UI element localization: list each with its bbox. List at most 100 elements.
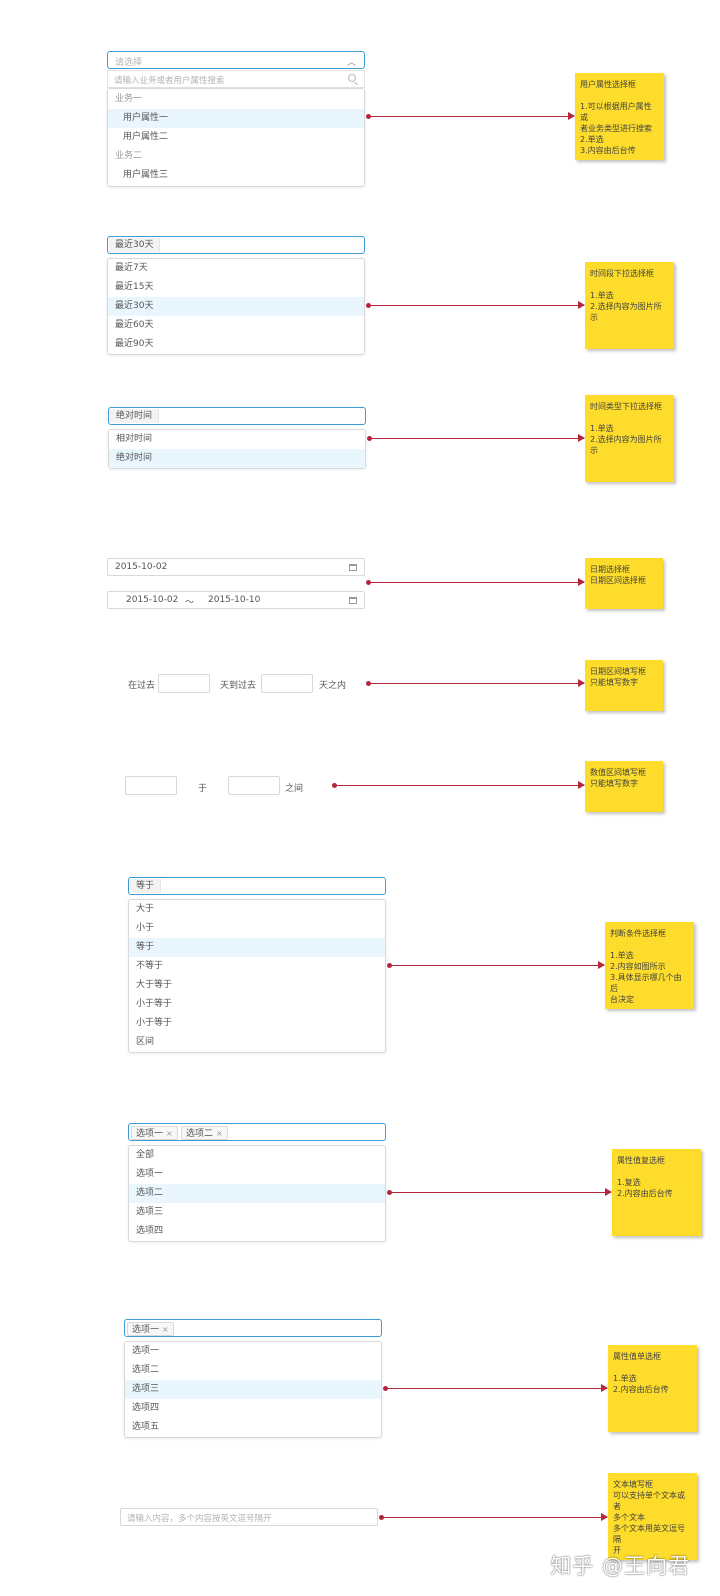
note-title: 文本填写框 <box>613 1480 653 1489</box>
selected-tag: 选项一 × <box>131 1126 178 1140</box>
dropdown-option[interactable]: 小于等于 <box>129 995 385 1014</box>
time-type-select[interactable]: 绝对时间 <box>108 407 366 425</box>
attribute-search-input[interactable]: 请输入业务或者用户属性搜索 <box>107 70 365 88</box>
arrow-connector <box>383 1384 608 1392</box>
dropdown-option[interactable]: 相对时间 <box>109 430 365 449</box>
arrow-connector <box>367 434 585 442</box>
dropdown-option[interactable]: 选项三 <box>129 1203 385 1222</box>
note-line: 只能填写数字 <box>590 779 638 788</box>
dropdown-option[interactable]: 最近90天 <box>108 335 364 354</box>
note-title: 时间类型下拉选择框 <box>590 402 662 411</box>
note-line: 2.内容由后台传 <box>617 1189 673 1198</box>
dropdown-option[interactable]: 选项五 <box>125 1418 381 1437</box>
selected-tag: 选项二 × <box>181 1126 228 1140</box>
date-value: 2015-10-02 <box>115 562 168 572</box>
dropdown-option[interactable]: 小于 <box>129 919 385 938</box>
number-to-input[interactable] <box>228 776 280 795</box>
range-start: 2015-10-02 <box>126 595 179 605</box>
dropdown-option[interactable]: 选项二 <box>125 1361 381 1380</box>
note-line: 2.内容由后台传 <box>613 1385 669 1394</box>
note-line: 2.单选 <box>580 135 604 144</box>
number-from-input[interactable] <box>125 776 177 795</box>
text-input[interactable]: 请输入内容，多个内容按英文逗号隔开 <box>120 1508 378 1526</box>
dropdown-option[interactable]: 最近30天 <box>108 297 364 316</box>
attribute-multi-select[interactable]: 选项一 × 选项二 × <box>128 1123 386 1141</box>
dropdown-option[interactable]: 大于等于 <box>129 976 385 995</box>
dropdown-option[interactable]: 最近60天 <box>108 316 364 335</box>
dropdown-option[interactable]: 等于 <box>129 938 385 957</box>
selected-value: 等于 <box>130 879 162 893</box>
selected-value: 绝对时间 <box>110 409 160 423</box>
note-title: 判断条件选择框 <box>610 929 666 938</box>
dropdown-option[interactable]: 全部 <box>129 1146 385 1165</box>
dropdown-option[interactable]: 绝对时间 <box>109 449 365 468</box>
select-placeholder: 请选择 <box>115 58 143 68</box>
date-picker[interactable]: 2015-10-02 <box>107 558 365 576</box>
sticky-note: 用户属性选择框 1.可以根据用户属性或 者业务类型进行搜索 2.单选 3.内容由后台传 <box>575 73 664 160</box>
time-type-dropdown: 相对时间 绝对时间 <box>108 429 366 469</box>
dropdown-option[interactable]: 选项二 <box>129 1184 385 1203</box>
option-group-label: 业务二 <box>115 151 143 161</box>
note-line: 只能填写数字 <box>590 678 638 687</box>
interval-middle-label: 天到过去 <box>220 681 257 691</box>
arrow-connector <box>379 1513 608 1521</box>
note-line: 1.可以根据用户属性或 <box>580 102 652 122</box>
days-to-input[interactable] <box>261 674 313 693</box>
sticky-note: 日期区间填写框 只能填写数字 <box>585 660 663 711</box>
note-title: 日期区间填写框 <box>590 667 646 676</box>
arrow-connector <box>387 1188 612 1196</box>
interval-prefix-label: 在过去 <box>128 681 156 691</box>
tag-label: 选项一 <box>136 1129 164 1139</box>
note-line: 3.具体显示哪几个由后 <box>610 973 682 993</box>
dropdown-option[interactable]: 用户属性二 <box>108 128 364 147</box>
dropdown-option[interactable]: 大于 <box>129 900 385 919</box>
user-attribute-select[interactable]: 请选择 ︿ <box>107 51 365 69</box>
arrow-connector <box>366 578 585 586</box>
sticky-note: 数值区间填写框 只能填写数字 <box>585 761 663 812</box>
number-middle-label: 于 <box>198 784 208 794</box>
note-title: 日期选择框 <box>590 565 630 574</box>
date-range-picker[interactable]: 2015-10-02 ～ 2015-10-10 <box>107 591 365 609</box>
arrow-connector <box>366 112 575 120</box>
close-icon[interactable]: × <box>162 1325 169 1334</box>
time-period-select[interactable]: 最近30天 <box>107 236 365 254</box>
dropdown-option[interactable]: 选项一 <box>125 1342 381 1361</box>
calendar-icon[interactable] <box>349 597 357 604</box>
days-from-input[interactable] <box>158 674 210 693</box>
text-input-placeholder: 请输入内容，多个内容按英文逗号隔开 <box>127 1514 272 1524</box>
note-line: 多个文本 <box>613 1513 645 1522</box>
sticky-note: 时间段下拉选择框 1.单选 2.选择内容为图片所示 <box>585 262 674 349</box>
dropdown-option[interactable]: 不等于 <box>129 957 385 976</box>
watermark: 知乎 @王向君 <box>550 1554 690 1578</box>
note-title: 时间段下拉选择框 <box>590 269 654 278</box>
search-icon[interactable] <box>348 74 356 82</box>
close-icon[interactable]: × <box>216 1129 223 1138</box>
dropdown-option[interactable]: 区间 <box>129 1033 385 1052</box>
chevron-up-icon[interactable]: ︿ <box>347 55 356 68</box>
condition-select[interactable]: 等于 <box>128 877 386 895</box>
attribute-single-select[interactable]: 选项一 × <box>124 1319 382 1337</box>
arrow-connector <box>332 781 585 789</box>
dropdown-option[interactable]: 选项三 <box>125 1380 381 1399</box>
dropdown-option[interactable]: 最近7天 <box>108 259 364 278</box>
note-line: 者业务类型进行搜索 <box>580 124 652 133</box>
note-line: 1.单选 <box>610 951 634 960</box>
note-line: 可以支持单个文本或者 <box>613 1491 685 1511</box>
close-icon[interactable]: × <box>166 1129 173 1138</box>
selected-tag: 选项一 × <box>127 1322 174 1336</box>
note-line: 2.选择内容为图片所示 <box>590 302 662 322</box>
range-separator: ～ <box>185 598 195 608</box>
sticky-note: 判断条件选择框 1.单选 2.内容如图所示 3.具体显示哪几个由后 台决定 <box>605 922 694 1009</box>
calendar-icon[interactable] <box>349 564 357 571</box>
note-line: 台决定 <box>610 995 634 1004</box>
time-period-dropdown: 最近7天 最近15天 最近30天 最近60天 最近90天 <box>107 258 365 355</box>
dropdown-option[interactable]: 小于等于 <box>129 1014 385 1033</box>
single-select-dropdown: 选项一 选项二 选项三 选项四 选项五 <box>124 1341 382 1438</box>
dropdown-option[interactable]: 用户属性一 <box>108 109 364 128</box>
dropdown-option[interactable]: 最近15天 <box>108 278 364 297</box>
note-line: 日期区间选择框 <box>590 576 646 585</box>
dropdown-option[interactable]: 选项四 <box>125 1399 381 1418</box>
dropdown-option[interactable]: 用户属性三 <box>108 166 364 185</box>
dropdown-option[interactable]: 选项四 <box>129 1222 385 1241</box>
dropdown-option[interactable]: 选项一 <box>129 1165 385 1184</box>
